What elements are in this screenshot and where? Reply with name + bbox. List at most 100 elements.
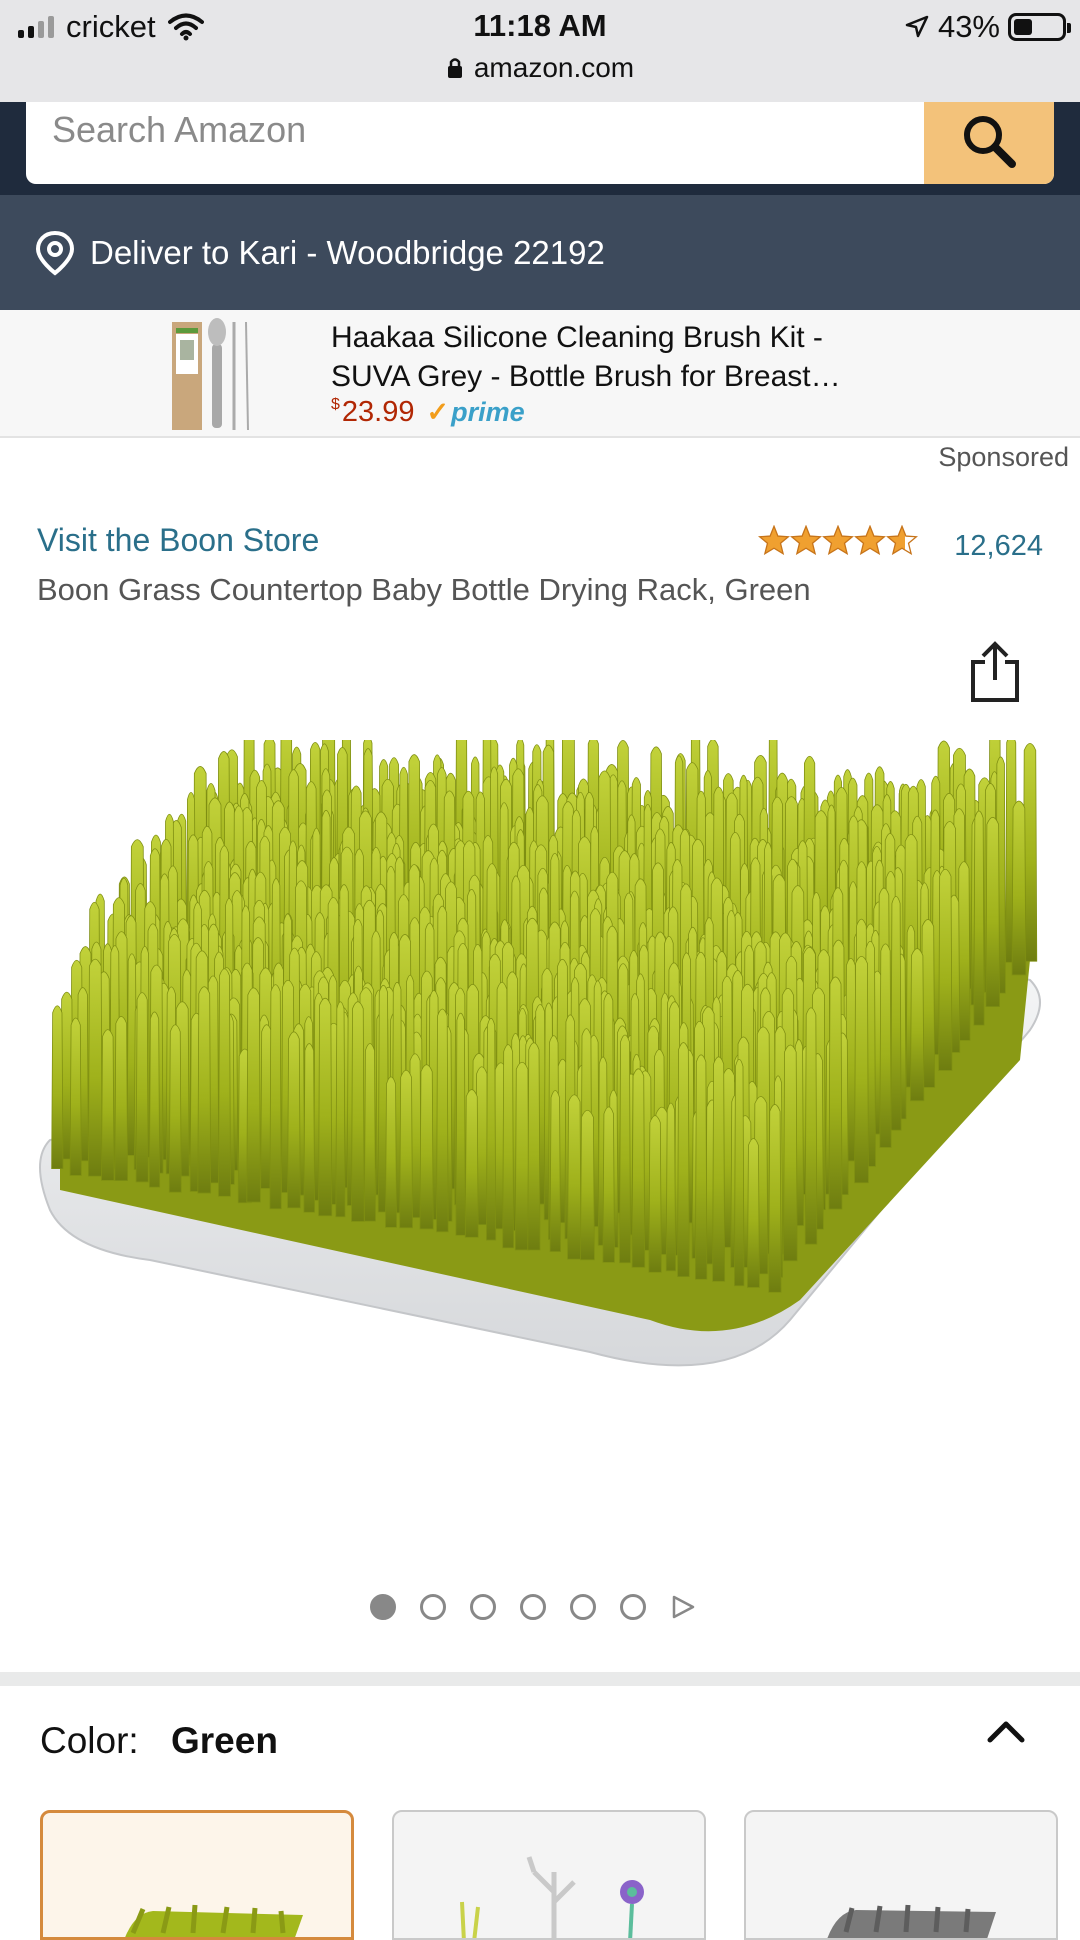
currency-symbol: $ <box>331 396 340 413</box>
prime-check-icon: ✓ <box>426 397 450 427</box>
grass-blade <box>854 956 869 1184</box>
color-label: Color: <box>40 1720 139 1761</box>
search-icon <box>964 116 1016 168</box>
star-icon <box>790 525 822 555</box>
share-icon[interactable] <box>967 640 1023 704</box>
grass-blade <box>455 1012 466 1236</box>
prime-badge: ✓prime <box>426 397 524 428</box>
grass-blade <box>973 810 985 1026</box>
product-image[interactable] <box>30 740 1050 1420</box>
chevron-up-icon[interactable] <box>984 1712 1028 1752</box>
star-icon <box>758 525 790 555</box>
grass-blade <box>580 1109 595 1261</box>
grass-blade <box>567 1094 582 1260</box>
pager-dot[interactable] <box>420 1594 446 1620</box>
url-bar[interactable]: amazon.com <box>0 52 1080 84</box>
grass-blade <box>677 1042 690 1278</box>
grass-blade <box>527 1042 541 1251</box>
sponsored-title-line2: SUVA Grey - Bottle Brush for Breast… <box>331 360 841 393</box>
pager-dot[interactable] <box>370 1594 396 1620</box>
url-text: amazon.com <box>473 52 635 83</box>
grass-blade <box>197 986 212 1194</box>
grass-blade <box>486 1017 497 1241</box>
grass-blade <box>879 943 892 1148</box>
star-rating[interactable] <box>758 525 918 555</box>
grass-blade <box>419 1064 434 1230</box>
deliver-text: Deliver to Kari - Woodbridge 22192 <box>90 233 605 271</box>
grass-blade <box>218 968 231 1197</box>
grass-blade <box>335 1001 346 1218</box>
rating-count[interactable]: 12,624 <box>954 530 1043 563</box>
star-icon <box>854 525 886 555</box>
color-selector-header[interactable]: Color: Green <box>40 1720 278 1762</box>
grass-blade <box>619 1034 631 1264</box>
grass-blade <box>464 1089 479 1238</box>
grass-blade <box>168 1024 182 1193</box>
visit-store-link[interactable]: Visit the Boon Store <box>37 522 319 559</box>
pager-dot[interactable] <box>620 1594 646 1620</box>
grass-blade <box>694 1054 708 1280</box>
search-button[interactable] <box>924 102 1054 184</box>
next-image-icon[interactable] <box>670 1594 696 1620</box>
half-star-icon <box>886 525 918 555</box>
grass-blade <box>246 987 261 1203</box>
grass-blade <box>783 1044 798 1262</box>
color-value: Green <box>170 1720 278 1761</box>
battery-percent: 43% <box>937 9 1000 44</box>
color-swatch-gray[interactable] <box>744 1810 1058 1940</box>
grass-blade <box>665 1102 677 1272</box>
sponsored-price: $ 23.99 ✓prime <box>331 396 525 429</box>
location-pin-icon <box>35 230 75 276</box>
grass-blade <box>148 1011 161 1188</box>
sponsored-product-banner[interactable]: Haakaa Silicone Cleaning Brush Kit - SUV… <box>0 310 1080 438</box>
pager-dot[interactable] <box>470 1594 496 1620</box>
grass-blade <box>51 1005 64 1170</box>
battery-icon <box>1008 13 1071 41</box>
pager-dot[interactable] <box>520 1594 546 1620</box>
twig-flower-thumbnail <box>460 1856 644 1938</box>
grass-blade <box>712 1056 726 1282</box>
deliver-to-bar[interactable]: Deliver to Kari - Woodbridge 22192 <box>0 195 1080 310</box>
grass-blade <box>318 997 333 1217</box>
status-bar: cricket 11:18 AM 43% amazon.com <box>0 0 1080 102</box>
grass-blade <box>363 1043 376 1222</box>
color-swatch-spring[interactable] <box>392 1810 706 1940</box>
location-arrow-icon <box>905 15 929 38</box>
grass-blade <box>747 1138 760 1288</box>
grass-blade <box>910 948 925 1102</box>
grass-blade <box>768 1104 782 1293</box>
grass-blade <box>87 958 103 1177</box>
pager-dot[interactable] <box>570 1594 596 1620</box>
grass-blade <box>514 1061 530 1251</box>
grass-blade <box>287 1031 301 1209</box>
price-amount: 23.99 <box>341 396 415 428</box>
sponsored-title-line1: Haakaa Silicone Cleaning Brush Kit - <box>331 321 823 354</box>
grass-blade <box>828 976 843 1210</box>
grass-blade <box>631 1068 646 1268</box>
grass-blade <box>385 1076 397 1228</box>
gray-grass-thumbnail <box>827 1904 996 1938</box>
grass-blade <box>890 895 902 1131</box>
grass-blade <box>804 1007 818 1245</box>
grass-blade <box>602 1106 615 1263</box>
sponsored-title: Haakaa Silicone Cleaning Brush Kit - SUV… <box>331 318 891 396</box>
color-swatch-green[interactable] <box>40 1810 354 1940</box>
grass-blade <box>648 1115 662 1273</box>
grass-blade <box>985 816 1001 1008</box>
grass-blade <box>135 992 149 1183</box>
grass-blade <box>734 1059 745 1287</box>
product-title: Boon Grass Countertop Baby Bottle Drying… <box>37 572 811 607</box>
status-right: 43% <box>904 8 1071 46</box>
brush-kit-thumbnail <box>172 318 249 431</box>
sponsored-label: Sponsored <box>938 442 1069 472</box>
grass-blade <box>1011 800 1027 976</box>
image-pager[interactable] <box>370 1594 696 1620</box>
green-grass-thumbnail <box>125 1904 303 1937</box>
grass-blade <box>114 1016 129 1181</box>
grass-blade <box>101 1029 115 1181</box>
grass-blade <box>69 1017 82 1176</box>
grass-blade <box>269 984 282 1210</box>
lock-icon <box>447 58 462 78</box>
search-input[interactable]: Search Amazon <box>26 102 1054 184</box>
grass-blade <box>938 868 953 1071</box>
